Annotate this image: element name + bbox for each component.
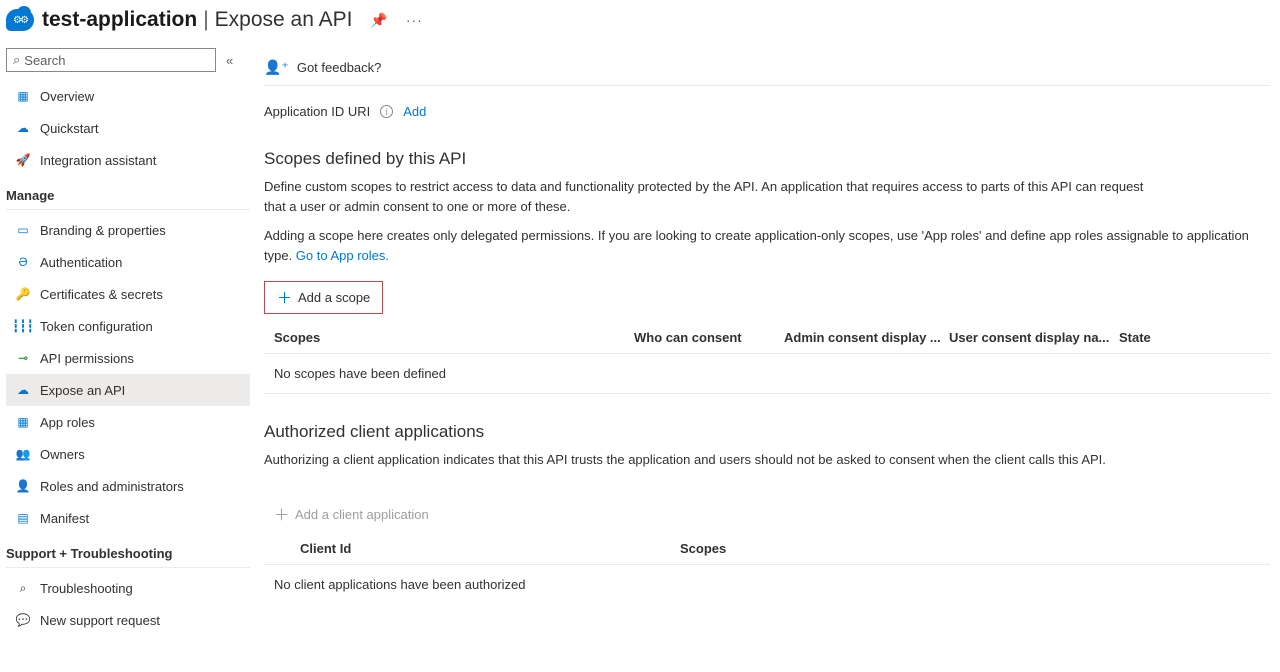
add-scope-button[interactable]: ＋ Add a scope bbox=[264, 281, 383, 314]
nav-icon: 👤 bbox=[14, 479, 32, 493]
nav-icon: ▦ bbox=[14, 89, 32, 103]
sidebar-item-overview[interactable]: ▦ Overview bbox=[6, 80, 250, 112]
sidebar-item-label: Quickstart bbox=[40, 121, 99, 136]
sidebar-item-certificates-secrets[interactable]: 🔑 Certificates & secrets bbox=[6, 278, 250, 310]
add-app-id-uri-link[interactable]: Add bbox=[403, 104, 426, 119]
more-icon[interactable]: ··· bbox=[406, 12, 423, 28]
clients-empty: No client applications have been authori… bbox=[274, 577, 526, 592]
nav-icon: 🔑 bbox=[14, 287, 32, 301]
search-box[interactable]: ⌕ bbox=[6, 48, 216, 72]
app-cloud-icon: ⚙⚙ bbox=[6, 9, 34, 31]
nav-icon: ┇┇┇ bbox=[14, 319, 32, 333]
sidebar-item-quickstart[interactable]: ☁ Quickstart bbox=[6, 112, 250, 144]
col-client-id: Client Id bbox=[300, 541, 680, 556]
scopes-desc-1: Define custom scopes to restrict access … bbox=[264, 177, 1154, 216]
page-header: ⚙⚙ test-application | Expose an API 📌 ··… bbox=[0, 0, 1280, 44]
main-content: 👤⁺ Got feedback? Application ID URI i Ad… bbox=[250, 44, 1280, 636]
col-scopes: Scopes bbox=[274, 330, 634, 345]
nav-icon: 💬 bbox=[14, 613, 32, 627]
sidebar-item-integration-assistant[interactable]: 🚀 Integration assistant bbox=[6, 144, 250, 176]
sidebar-item-token-configuration[interactable]: ┇┇┇ Token configuration bbox=[6, 310, 250, 342]
title-separator: | bbox=[197, 8, 214, 32]
sidebar-item-label: New support request bbox=[40, 613, 160, 628]
feedback-label: Got feedback? bbox=[297, 60, 382, 75]
scopes-empty: No scopes have been defined bbox=[274, 366, 446, 381]
feedback-icon: 👤⁺ bbox=[264, 59, 289, 76]
sidebar-item-label: Troubleshooting bbox=[40, 581, 133, 596]
go-to-app-roles-link[interactable]: Go to App roles. bbox=[296, 248, 389, 263]
sidebar-item-authentication[interactable]: Ә Authentication bbox=[6, 246, 250, 278]
sidebar-item-new-support-request[interactable]: 💬 New support request bbox=[6, 604, 250, 636]
col-who: Who can consent bbox=[634, 330, 784, 345]
search-input[interactable] bbox=[24, 53, 209, 68]
add-client-button[interactable]: ＋ Add a client application bbox=[264, 496, 439, 533]
plus-icon: ＋ bbox=[277, 287, 292, 308]
col-admin: Admin consent display ... bbox=[784, 330, 949, 345]
sidebar-item-label: Overview bbox=[40, 89, 94, 104]
sidebar: ⌕ « ▦ Overview ☁ Quickstart 🚀 Integration ass… bbox=[0, 44, 250, 636]
feedback-bar[interactable]: 👤⁺ Got feedback? bbox=[264, 50, 1270, 86]
nav-icon: ▤ bbox=[14, 511, 32, 525]
nav-icon: ⊸ bbox=[14, 351, 32, 365]
scopes-title: Scopes defined by this API bbox=[264, 149, 1270, 169]
nav-icon: ☁ bbox=[14, 121, 32, 135]
section-support: Support + Troubleshooting bbox=[6, 538, 250, 568]
nav-icon: ☁ bbox=[14, 383, 32, 397]
page-title: Expose an API bbox=[215, 8, 353, 32]
pin-icon[interactable]: 📌 bbox=[370, 12, 387, 29]
col-client-scopes: Scopes bbox=[680, 541, 1260, 556]
sidebar-item-app-roles[interactable]: ▦ App roles bbox=[6, 406, 250, 438]
scopes-desc-2: Adding a scope here creates only delegat… bbox=[264, 226, 1270, 265]
sidebar-item-label: Branding & properties bbox=[40, 223, 166, 238]
nav-icon: 🚀 bbox=[14, 153, 32, 167]
collapse-sidebar-icon[interactable]: « bbox=[226, 53, 233, 68]
sidebar-item-label: Expose an API bbox=[40, 383, 125, 398]
sidebar-item-owners[interactable]: 👥 Owners bbox=[6, 438, 250, 470]
sidebar-item-label: Integration assistant bbox=[40, 153, 156, 168]
section-manage: Manage bbox=[6, 180, 250, 210]
sidebar-item-label: Authentication bbox=[40, 255, 122, 270]
sidebar-item-expose-an-api[interactable]: ☁ Expose an API bbox=[6, 374, 250, 406]
col-state: State bbox=[1119, 330, 1260, 345]
clients-desc: Authorizing a client application indicat… bbox=[264, 450, 1154, 470]
sidebar-item-label: Owners bbox=[40, 447, 85, 462]
clients-title: Authorized client applications bbox=[264, 422, 1270, 442]
sidebar-item-label: API permissions bbox=[40, 351, 134, 366]
col-user: User consent display na... bbox=[949, 330, 1119, 345]
nav-icon: ▦ bbox=[14, 415, 32, 429]
sidebar-item-manifest[interactable]: ▤ Manifest bbox=[6, 502, 250, 534]
sidebar-item-roles-and-administrators[interactable]: 👤 Roles and administrators bbox=[6, 470, 250, 502]
sidebar-item-label: Token configuration bbox=[40, 319, 153, 334]
nav-icon: Ә bbox=[14, 255, 32, 269]
sidebar-item-api-permissions[interactable]: ⊸ API permissions bbox=[6, 342, 250, 374]
plus-icon: ＋ bbox=[274, 504, 289, 525]
nav-icon: ⌕ bbox=[14, 581, 32, 596]
sidebar-item-troubleshooting[interactable]: ⌕ Troubleshooting bbox=[6, 572, 250, 604]
sidebar-item-label: App roles bbox=[40, 415, 95, 430]
sidebar-item-label: Certificates & secrets bbox=[40, 287, 163, 302]
sidebar-item-branding-properties[interactable]: ▭ Branding & properties bbox=[6, 214, 250, 246]
search-icon: ⌕ bbox=[13, 52, 20, 68]
app-id-uri-label: Application ID URI bbox=[264, 104, 370, 119]
nav-icon: ▭ bbox=[14, 223, 32, 237]
nav-icon: 👥 bbox=[14, 447, 32, 461]
sidebar-item-label: Manifest bbox=[40, 511, 89, 526]
info-icon[interactable]: i bbox=[380, 105, 393, 118]
app-name: test-application bbox=[42, 8, 197, 32]
sidebar-item-label: Roles and administrators bbox=[40, 479, 184, 494]
